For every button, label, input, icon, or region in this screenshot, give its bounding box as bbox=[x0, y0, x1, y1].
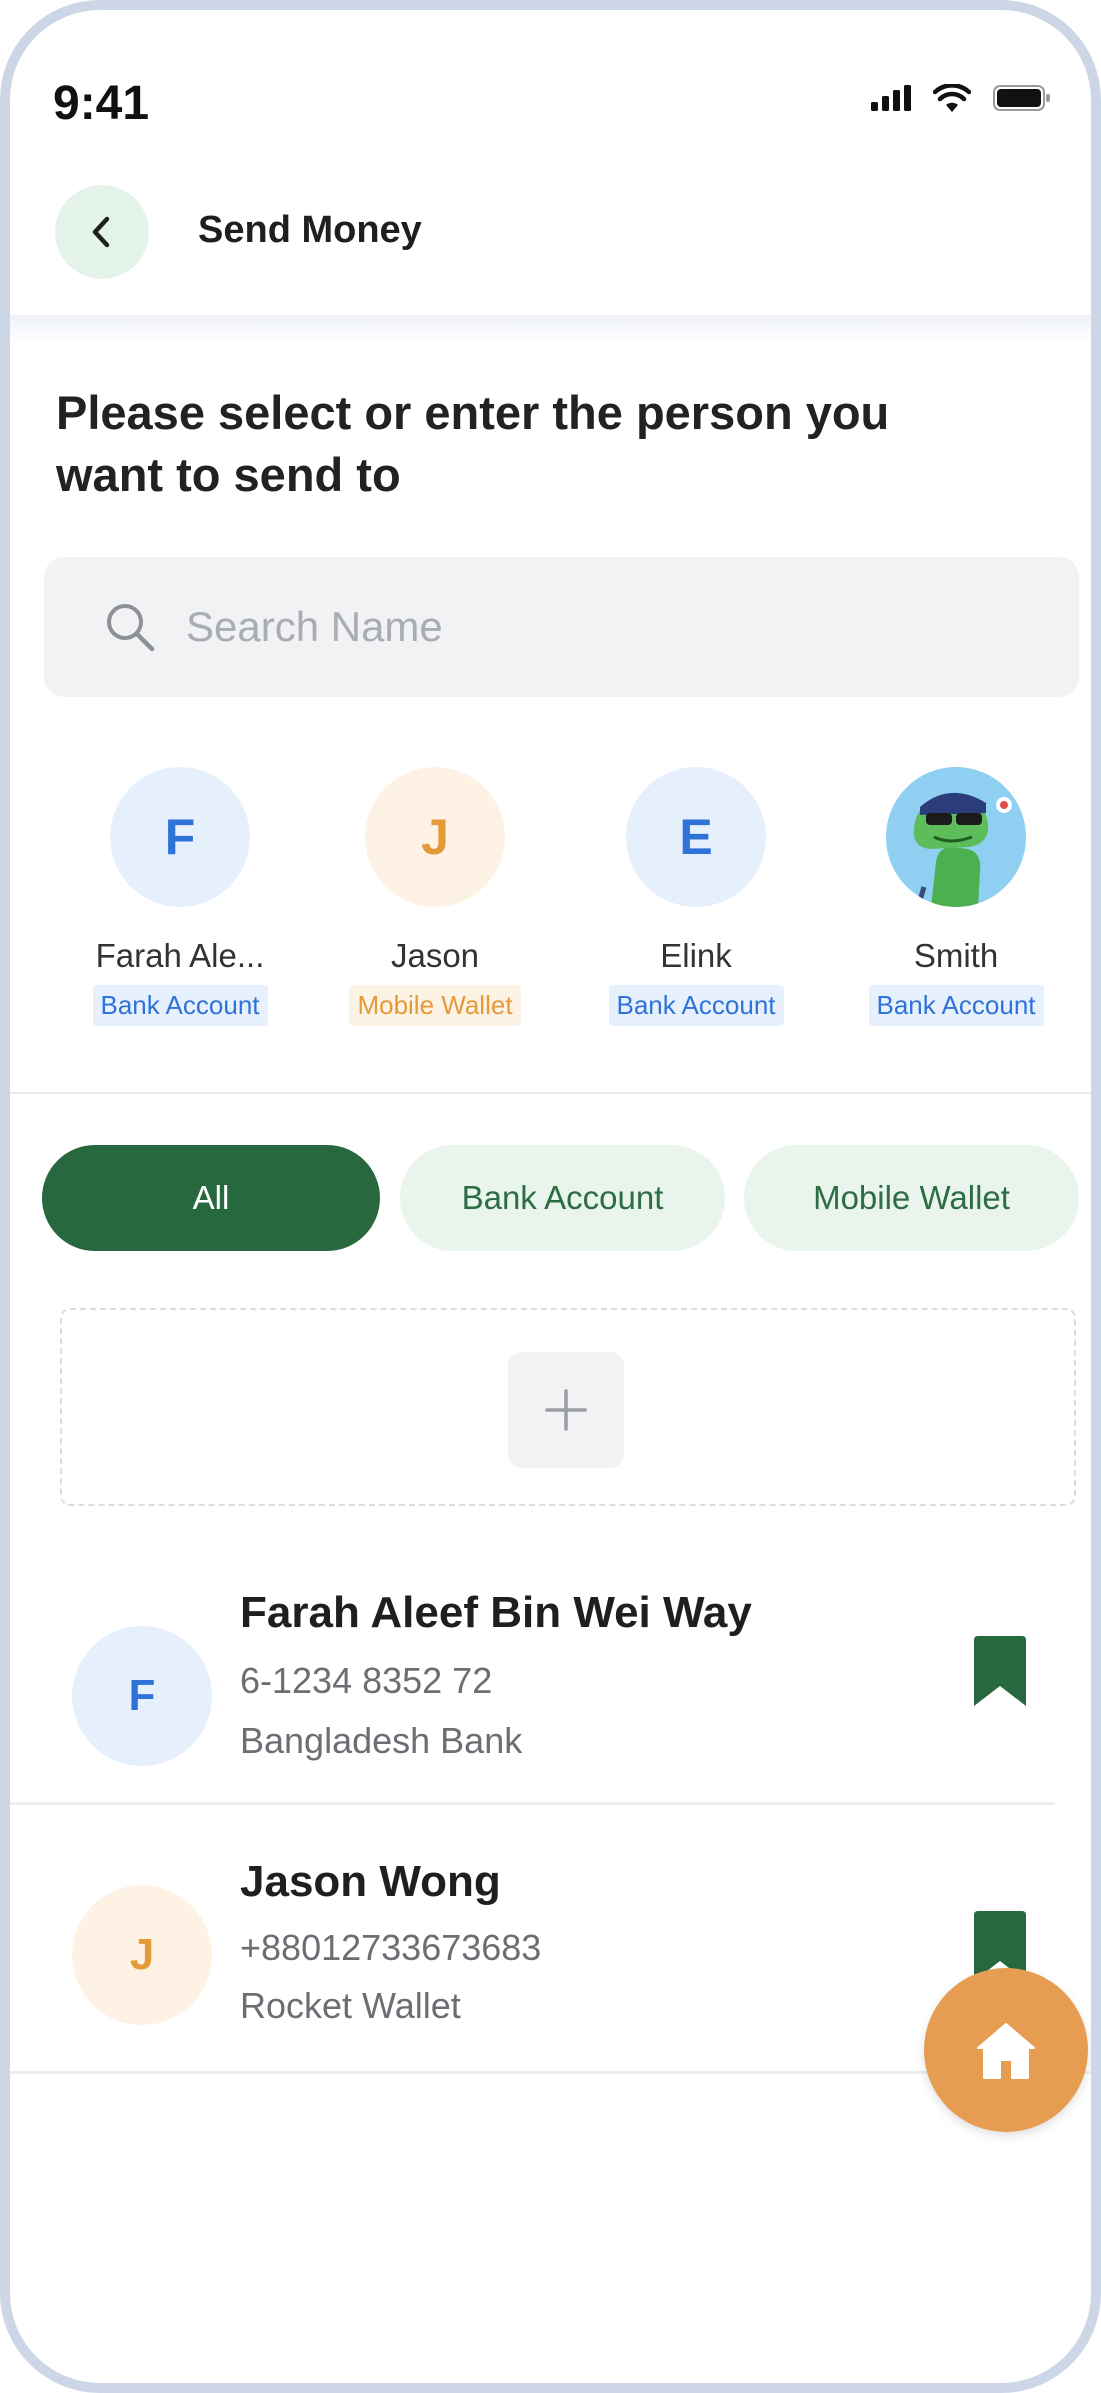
plus-icon bbox=[545, 1389, 587, 1431]
battery-icon bbox=[993, 85, 1050, 111]
signal-icon bbox=[871, 85, 911, 111]
wifi-icon bbox=[933, 84, 971, 112]
bookmark-icon[interactable] bbox=[972, 1636, 1028, 1708]
section-divider bbox=[10, 1092, 1091, 1094]
page-title: Send Money bbox=[198, 209, 422, 251]
contact-name: Jason Wong bbox=[240, 1857, 501, 1906]
chevron-left-icon bbox=[92, 216, 110, 248]
account-type-badge: Bank Account bbox=[608, 985, 784, 1026]
avatar: J bbox=[72, 1885, 212, 2025]
recent-contact-jason[interactable]: J Jason Mobile Wallet bbox=[320, 767, 550, 1037]
list-item[interactable]: F Farah Aleef Bin Wei Way 6-1234 8352 72… bbox=[10, 1570, 1091, 1840]
avatar: J bbox=[365, 767, 505, 907]
recent-contact-name: Jason bbox=[390, 937, 480, 974]
back-button[interactable] bbox=[55, 185, 149, 279]
phone-frame: 9:41 Send Money Please select or enter t… bbox=[0, 0, 1101, 2393]
contact-number: +88012733673683 bbox=[240, 1927, 542, 1968]
avatar: E bbox=[626, 767, 766, 907]
avatar: F bbox=[110, 767, 250, 907]
contact-number: 6-1234 8352 72 bbox=[240, 1660, 493, 1701]
search-bar[interactable] bbox=[44, 557, 1079, 697]
contact-name: Farah Aleef Bin Wei Way bbox=[240, 1588, 752, 1637]
avatar: F bbox=[72, 1626, 212, 1766]
home-icon bbox=[977, 2023, 1035, 2079]
contact-institution: Rocket Wallet bbox=[240, 1985, 461, 2026]
filter-tab-all[interactable]: All bbox=[42, 1145, 380, 1251]
filter-tab-bank-account[interactable]: Bank Account bbox=[400, 1145, 725, 1251]
recent-contact-name: Elink bbox=[660, 937, 732, 974]
recent-contacts: F Farah Ale... Bank Account J Jason Mobi… bbox=[10, 767, 1091, 1037]
recent-contact-name: Smith bbox=[913, 937, 999, 974]
prompt-text: Please select or enter the person you wa… bbox=[56, 386, 890, 501]
dinosaur-avatar bbox=[886, 767, 1026, 907]
row-divider bbox=[10, 1802, 1055, 1805]
status-icons bbox=[871, 84, 1051, 112]
search-icon bbox=[107, 604, 155, 652]
filter-tab-mobile-wallet[interactable]: Mobile Wallet bbox=[744, 1145, 1079, 1251]
recent-contact-farah[interactable]: F Farah Ale... Bank Account bbox=[65, 767, 295, 1037]
filter-tabs: All Bank Account Mobile Wallet bbox=[10, 1145, 1091, 1253]
header-divider bbox=[10, 315, 1091, 343]
account-type-badge: Mobile Wallet bbox=[349, 985, 521, 1026]
contact-institution: Bangladesh Bank bbox=[240, 1720, 523, 1761]
status-time: 9:41 bbox=[53, 77, 150, 130]
status-bar: 9:41 bbox=[10, 10, 1091, 190]
search-input[interactable] bbox=[184, 557, 1044, 697]
dinosaur-avatar-image bbox=[886, 767, 1026, 907]
home-button[interactable] bbox=[924, 1968, 1088, 2132]
recent-contact-name: Farah Ale... bbox=[95, 937, 265, 974]
account-type-badge: Bank Account bbox=[868, 985, 1044, 1026]
recent-contact-smith[interactable]: Smith Bank Account bbox=[841, 767, 1071, 1037]
header: Send Money bbox=[10, 185, 1091, 315]
add-recipient-button[interactable] bbox=[508, 1352, 624, 1468]
add-recipient-area bbox=[60, 1308, 1076, 1506]
account-type-badge: Bank Account bbox=[92, 985, 268, 1026]
recent-contact-elink[interactable]: E Elink Bank Account bbox=[581, 767, 811, 1037]
